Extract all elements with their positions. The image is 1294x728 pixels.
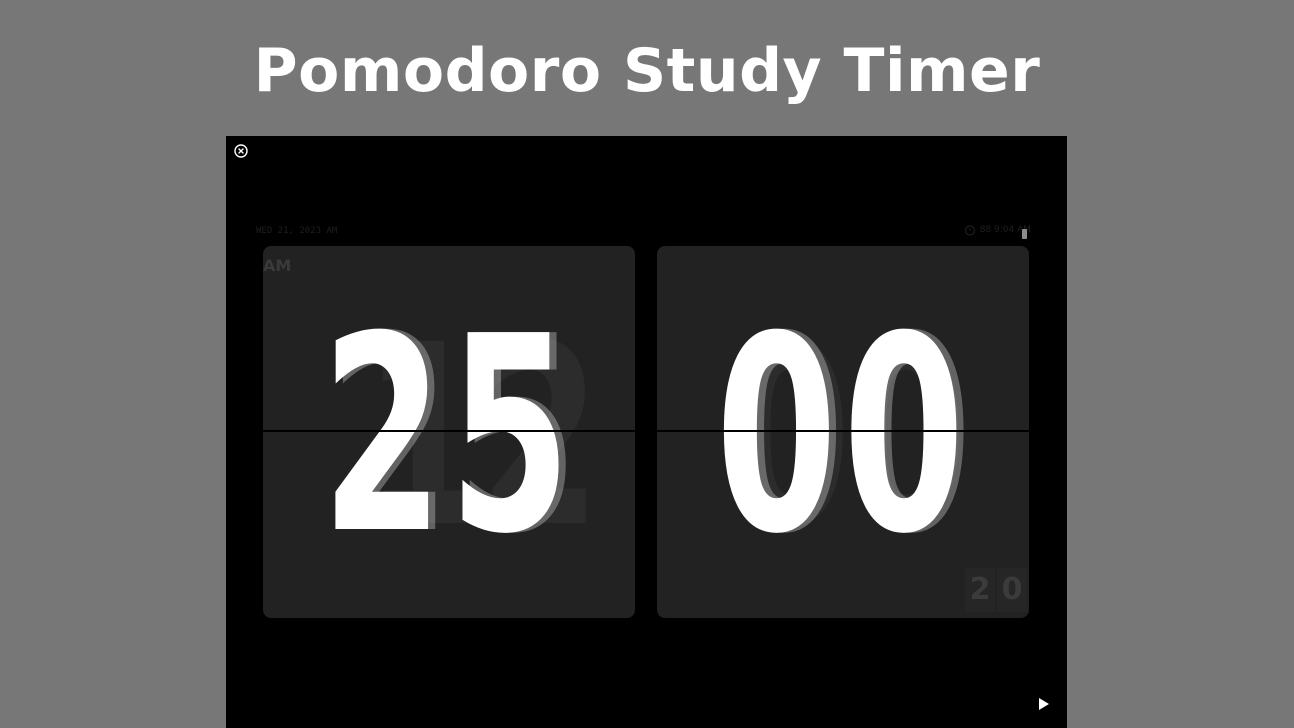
seconds-digits: 00 [715,278,971,593]
minutes-digits: 25 [321,278,577,593]
flip-split-line [263,430,635,432]
status-date: WED 21, 2023 AM [256,226,338,236]
seconds-card: 00 00 2 0 [657,246,1029,618]
flip-split-line [657,430,1029,432]
page: Pomodoro Study Timer WED 21, 2023 AM 88 … [0,0,1294,728]
flip-clock-stage: WED 21, 2023 AM 88 9:04 AM AM 12 25 00 0… [226,136,1067,728]
mini-digit: 0 [997,568,1027,612]
mini-clock: 2 0 [965,568,1027,612]
minutes-card: AM 12 25 [263,246,635,618]
close-icon[interactable] [234,144,248,158]
play-icon[interactable] [1037,696,1051,712]
battery-icon [1022,229,1027,239]
mini-digit: 2 [965,568,995,612]
page-title: Pomodoro Study Timer [253,36,1041,106]
status-right: 88 9:04 AM [964,224,1031,236]
alarm-clock-icon [964,225,975,236]
ampm-label: AM [263,256,292,275]
